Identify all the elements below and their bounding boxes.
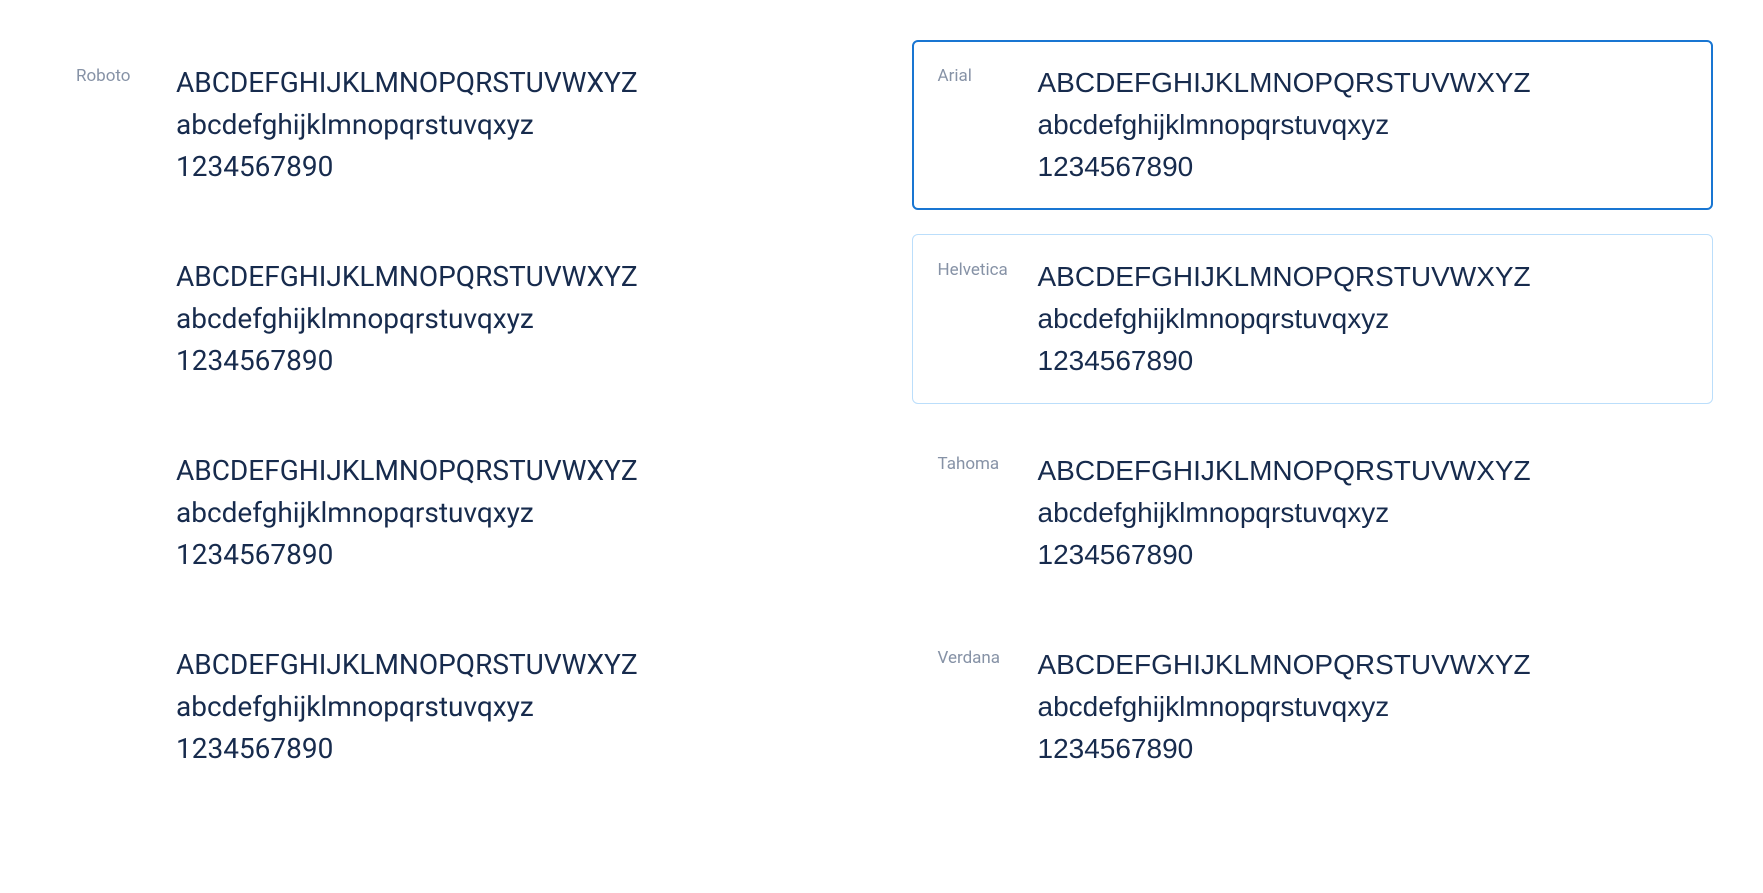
sample-digits: 1234567890 [176,534,826,576]
font-card-tahoma[interactable]: Tahoma ABCDEFGHIJKLMNOPQRSTUVWXYZ abcdef… [912,428,1714,598]
font-sample: ABCDEFGHIJKLMNOPQRSTUVWXYZ abcdefghijklm… [176,256,826,382]
left-column: Roboto ABCDEFGHIJKLMNOPQRSTUVWXYZ abcdef… [50,40,852,853]
sample-upper: ABCDEFGHIJKLMNOPQRSTUVWXYZ [176,256,826,298]
sample-digits: 1234567890 [176,340,826,382]
font-label: Arial [938,62,1038,188]
font-picker-grid: Roboto ABCDEFGHIJKLMNOPQRSTUVWXYZ abcdef… [50,40,1713,853]
sample-upper: ABCDEFGHIJKLMNOPQRSTUVWXYZ [1038,450,1688,492]
font-label: Tahoma [938,450,1038,576]
font-label: Roboto [76,62,176,188]
font-label [76,644,176,770]
font-card[interactable]: ABCDEFGHIJKLMNOPQRSTUVWXYZ abcdefghijklm… [50,622,852,792]
sample-upper: ABCDEFGHIJKLMNOPQRSTUVWXYZ [1038,62,1688,104]
sample-lower: abcdefghijklmnopqrstuvqxyz [176,104,826,146]
font-card-helvetica[interactable]: Helvetica ABCDEFGHIJKLMNOPQRSTUVWXYZ abc… [912,234,1714,404]
sample-digits: 1234567890 [176,146,826,188]
sample-digits: 1234567890 [1038,146,1688,188]
sample-lower: abcdefghijklmnopqrstuvqxyz [1038,104,1688,146]
sample-upper: ABCDEFGHIJKLMNOPQRSTUVWXYZ [176,450,826,492]
sample-upper: ABCDEFGHIJKLMNOPQRSTUVWXYZ [176,644,826,686]
sample-lower: abcdefghijklmnopqrstuvqxyz [176,298,826,340]
font-sample: ABCDEFGHIJKLMNOPQRSTUVWXYZ abcdefghijklm… [176,62,826,188]
font-sample: ABCDEFGHIJKLMNOPQRSTUVWXYZ abcdefghijklm… [1038,62,1688,188]
sample-digits: 1234567890 [1038,728,1688,770]
font-sample: ABCDEFGHIJKLMNOPQRSTUVWXYZ abcdefghijklm… [1038,644,1688,770]
sample-lower: abcdefghijklmnopqrstuvqxyz [1038,492,1688,534]
font-sample: ABCDEFGHIJKLMNOPQRSTUVWXYZ abcdefghijklm… [1038,256,1688,382]
sample-upper: ABCDEFGHIJKLMNOPQRSTUVWXYZ [176,62,826,104]
font-label [76,450,176,576]
font-sample: ABCDEFGHIJKLMNOPQRSTUVWXYZ abcdefghijklm… [1038,450,1688,576]
font-card[interactable]: ABCDEFGHIJKLMNOPQRSTUVWXYZ abcdefghijklm… [50,428,852,598]
sample-lower: abcdefghijklmnopqrstuvqxyz [1038,298,1688,340]
font-sample: ABCDEFGHIJKLMNOPQRSTUVWXYZ abcdefghijklm… [176,450,826,576]
font-card-arial[interactable]: Arial ABCDEFGHIJKLMNOPQRSTUVWXYZ abcdefg… [912,40,1714,210]
right-column: Arial ABCDEFGHIJKLMNOPQRSTUVWXYZ abcdefg… [912,40,1714,853]
font-card-roboto[interactable]: Roboto ABCDEFGHIJKLMNOPQRSTUVWXYZ abcdef… [50,40,852,210]
sample-digits: 1234567890 [176,728,826,770]
sample-lower: abcdefghijklmnopqrstuvqxyz [1038,686,1688,728]
sample-upper: ABCDEFGHIJKLMNOPQRSTUVWXYZ [1038,256,1688,298]
font-card[interactable]: ABCDEFGHIJKLMNOPQRSTUVWXYZ abcdefghijklm… [50,234,852,404]
font-sample: ABCDEFGHIJKLMNOPQRSTUVWXYZ abcdefghijklm… [176,644,826,770]
sample-lower: abcdefghijklmnopqrstuvqxyz [176,686,826,728]
font-label: Verdana [938,644,1038,770]
sample-lower: abcdefghijklmnopqrstuvqxyz [176,492,826,534]
font-label [76,256,176,382]
sample-digits: 1234567890 [1038,534,1688,576]
sample-digits: 1234567890 [1038,340,1688,382]
sample-upper: ABCDEFGHIJKLMNOPQRSTUVWXYZ [1038,644,1688,686]
font-label: Helvetica [938,256,1038,382]
font-card-verdana[interactable]: Verdana ABCDEFGHIJKLMNOPQRSTUVWXYZ abcde… [912,622,1714,792]
